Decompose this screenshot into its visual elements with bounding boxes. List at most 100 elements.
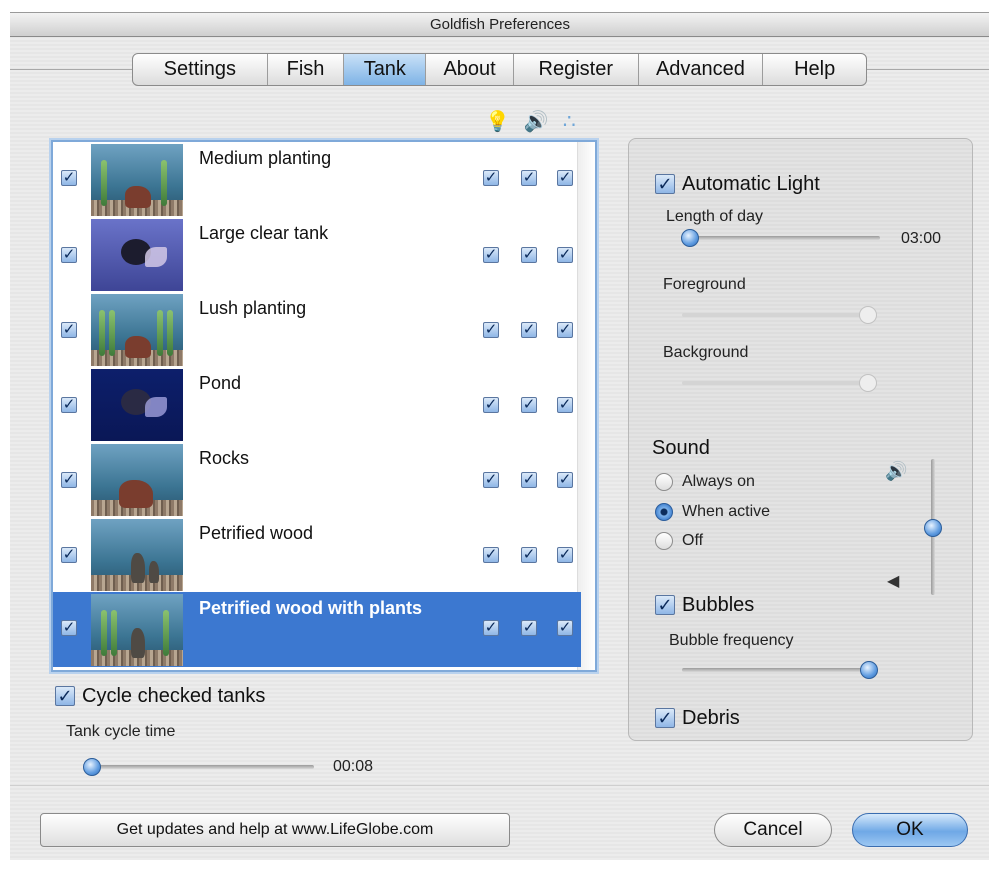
tank-enabled-checkbox[interactable]: ✓ [61, 547, 77, 563]
tank-light-checkbox[interactable]: ✓ [483, 620, 499, 636]
ok-button[interactable]: OK [852, 813, 968, 847]
sound-off-label: Off [682, 532, 704, 549]
tank-bubbles-checkbox[interactable]: ✓ [557, 247, 573, 263]
tank-label: Large clear tank [199, 223, 329, 243]
tank-thumbnail [91, 369, 183, 441]
length-of-day-slider-knob[interactable] [681, 229, 699, 247]
bubble-frequency-label: Bubble frequency [669, 632, 794, 649]
preferences-window: Goldfish Preferences Settings Fish Tank … [10, 12, 989, 860]
tank-sound-checkbox[interactable]: ✓ [521, 170, 537, 186]
sound-always-on-radio[interactable] [655, 473, 673, 491]
speaker-icon: 🔊 [523, 111, 549, 133]
tank-sound-checkbox[interactable]: ✓ [521, 397, 537, 413]
list-item[interactable]: ✓ Petrified wood ✓ ✓ ✓ [53, 517, 581, 592]
tank-thumbnail [91, 594, 183, 666]
volume-slider-knob[interactable] [924, 519, 942, 537]
tank-list[interactable]: ✓ Medium planting ✓ ✓ ✓ ✓ Large clear ta… [51, 140, 597, 672]
tank-light-checkbox[interactable]: ✓ [483, 547, 499, 563]
length-of-day-label: Length of day [666, 208, 763, 225]
cancel-button[interactable]: Cancel [714, 813, 832, 847]
tank-light-checkbox[interactable]: ✓ [483, 472, 499, 488]
tank-sound-checkbox[interactable]: ✓ [521, 247, 537, 263]
tank-enabled-checkbox[interactable]: ✓ [61, 170, 77, 186]
list-item[interactable]: ✓ Lush planting ✓ ✓ ✓ [53, 292, 581, 367]
sound-when-active-radio[interactable] [655, 503, 673, 521]
tank-cycle-slider-knob[interactable] [83, 758, 101, 776]
light-bulb-icon: 💡 [485, 111, 510, 133]
tank-thumbnail [91, 444, 183, 516]
tank-light-checkbox[interactable]: ✓ [483, 397, 499, 413]
tab-tank[interactable]: Tank [344, 54, 427, 85]
foreground-label: Foreground [663, 276, 746, 293]
background-slider-track[interactable] [682, 381, 872, 385]
column-icons: 💡 🔊 ∴ [485, 109, 576, 134]
foreground-slider-track[interactable] [682, 313, 872, 317]
tab-bar: Settings Fish Tank About Register Advanc… [132, 53, 867, 86]
tank-thumbnail [91, 294, 183, 366]
automatic-light-checkbox[interactable]: ✓ [655, 174, 675, 194]
tank-sound-checkbox[interactable]: ✓ [521, 322, 537, 338]
list-item[interactable]: ✓ Large clear tank ✓ ✓ ✓ [53, 217, 581, 292]
bubble-frequency-slider-knob[interactable] [860, 661, 878, 679]
foreground-slider-knob[interactable] [859, 306, 877, 324]
tank-sound-checkbox[interactable]: ✓ [521, 620, 537, 636]
list-item-selected[interactable]: ✓ Petrified wood with plants ✓ ✓ ✓ [53, 592, 581, 667]
length-of-day-value: 03:00 [901, 230, 942, 247]
background-slider-knob[interactable] [859, 374, 877, 392]
tank-bubbles-checkbox[interactable]: ✓ [557, 472, 573, 488]
tank-label: Pond [199, 373, 242, 393]
list-item[interactable]: ✓ Rocks ✓ ✓ ✓ [53, 442, 581, 517]
tank-enabled-checkbox[interactable]: ✓ [61, 322, 77, 338]
cycle-tanks-label: Cycle checked tanks [82, 685, 266, 707]
tab-about[interactable]: About [426, 54, 514, 85]
tank-thumbnail [91, 219, 183, 291]
sound-when-active-label: When active [682, 503, 771, 520]
tab-fish[interactable]: Fish [268, 54, 345, 85]
volume-high-icon: 🔊 [885, 461, 908, 481]
tank-label: Petrified wood with plants [199, 598, 423, 618]
bubble-frequency-slider-track[interactable] [682, 668, 872, 672]
debris-label: Debris [682, 707, 740, 729]
tank-label: Lush planting [199, 298, 307, 318]
get-updates-button[interactable]: Get updates and help at www.LifeGlobe.co… [40, 813, 510, 847]
sound-title: Sound [652, 437, 710, 459]
list-item[interactable]: ✓ Medium planting ✓ ✓ ✓ [53, 142, 581, 217]
tank-label: Medium planting [199, 148, 332, 168]
tank-light-checkbox[interactable]: ✓ [483, 170, 499, 186]
tab-help[interactable]: Help [763, 54, 866, 85]
tank-bubbles-checkbox[interactable]: ✓ [557, 322, 573, 338]
tank-sound-checkbox[interactable]: ✓ [521, 472, 537, 488]
tank-enabled-checkbox[interactable]: ✓ [61, 472, 77, 488]
window-title: Goldfish Preferences [10, 13, 989, 37]
sound-always-on-label: Always on [682, 473, 755, 490]
cycle-tanks-checkbox[interactable]: ✓ [55, 686, 75, 706]
tank-bubbles-checkbox[interactable]: ✓ [557, 170, 573, 186]
length-of-day-slider-track[interactable] [682, 236, 880, 240]
tank-label: Rocks [199, 448, 250, 468]
tank-bubbles-checkbox[interactable]: ✓ [557, 547, 573, 563]
tab-register[interactable]: Register [514, 54, 639, 85]
settings-panel: ✓ Automatic Light Length of day 03:00 Fo… [628, 138, 973, 741]
tank-label: Petrified wood [199, 523, 314, 543]
tank-thumbnail [91, 519, 183, 591]
tank-thumbnail [91, 144, 183, 216]
tab-advanced[interactable]: Advanced [639, 54, 764, 85]
bubbles-label: Bubbles [682, 594, 755, 616]
tank-bubbles-checkbox[interactable]: ✓ [557, 397, 573, 413]
tab-settings[interactable]: Settings [133, 54, 268, 85]
sound-off-radio[interactable] [655, 532, 673, 550]
tank-light-checkbox[interactable]: ✓ [483, 247, 499, 263]
tank-cycle-time-label: Tank cycle time [66, 723, 176, 740]
tank-cycle-time-value: 00:08 [333, 758, 374, 775]
list-item[interactable]: ✓ Pond ✓ ✓ ✓ [53, 367, 581, 442]
tank-enabled-checkbox[interactable]: ✓ [61, 397, 77, 413]
automatic-light-label: Automatic Light [682, 173, 820, 195]
tank-bubbles-checkbox[interactable]: ✓ [557, 620, 573, 636]
tank-enabled-checkbox[interactable]: ✓ [61, 620, 77, 636]
tank-sound-checkbox[interactable]: ✓ [521, 547, 537, 563]
debris-checkbox[interactable]: ✓ [655, 708, 675, 728]
bubbles-checkbox[interactable]: ✓ [655, 595, 675, 615]
tank-cycle-slider-track[interactable] [88, 765, 314, 769]
tank-light-checkbox[interactable]: ✓ [483, 322, 499, 338]
tank-enabled-checkbox[interactable]: ✓ [61, 247, 77, 263]
